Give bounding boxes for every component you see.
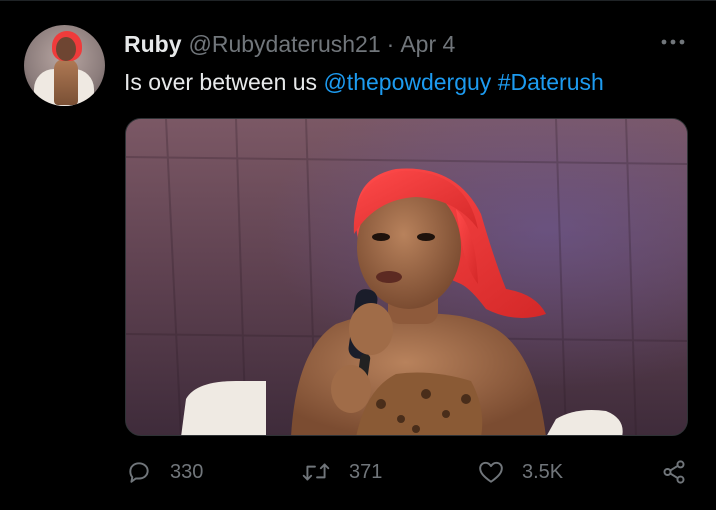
reply-count: 330 <box>170 460 204 483</box>
like-button[interactable]: 3.5K <box>478 452 563 492</box>
avatar[interactable] <box>24 25 105 106</box>
like-count: 3.5K <box>522 460 564 483</box>
share-icon <box>661 459 687 485</box>
author-name[interactable]: Ruby <box>124 31 182 58</box>
hashtag-link[interactable]: #Daterush <box>498 69 604 95</box>
retweet-count: 371 <box>349 460 383 483</box>
tweet-date[interactable]: Apr 4 <box>400 31 455 58</box>
more-icon <box>661 39 685 45</box>
tweet-header: Ruby @Rubydaterush21 · Apr 4 <box>124 31 455 58</box>
retweet-icon <box>301 459 331 485</box>
top-divider <box>0 0 716 1</box>
tweet-text-main: Is over between us <box>124 69 318 95</box>
avatar-face <box>56 37 76 61</box>
more-button[interactable] <box>655 30 691 54</box>
author-handle[interactable]: @Rubydaterush21 <box>189 31 381 58</box>
mention-link[interactable]: @thepowderguy <box>323 69 491 95</box>
reply-button[interactable]: 330 <box>126 452 203 492</box>
share-button[interactable] <box>661 452 687 492</box>
reply-icon <box>126 459 152 485</box>
separator-dot: · <box>386 31 395 57</box>
like-icon <box>478 460 504 484</box>
retweet-button[interactable]: 371 <box>301 452 382 492</box>
avatar-body <box>54 59 78 105</box>
tweet-photo[interactable] <box>125 118 688 436</box>
action-bar: 330 371 3.5K <box>0 452 716 492</box>
tweet-text: Is over between us @thepowderguy #Dateru… <box>124 69 604 96</box>
photo-illustration <box>126 119 687 435</box>
